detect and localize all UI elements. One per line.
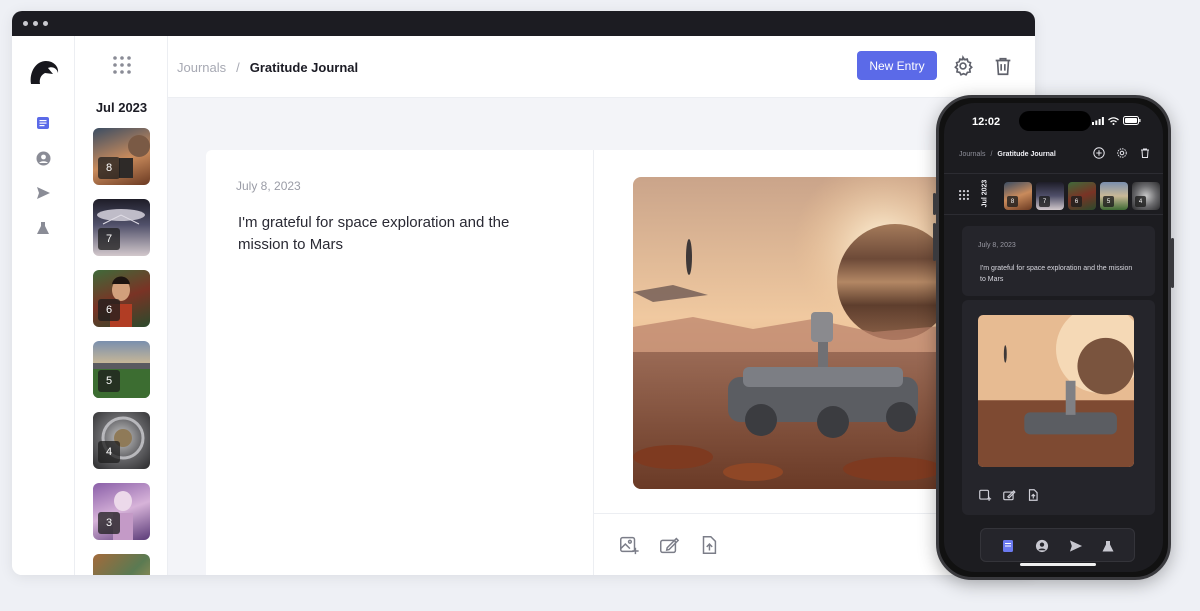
entry-text-pane: July 8, 2023 I'm grateful for space expl… [206, 150, 594, 575]
new-entry-button[interactable]: New Entry [857, 51, 937, 80]
phone-bottom-nav [980, 528, 1135, 562]
upload-icon[interactable] [698, 534, 720, 556]
desktop-window: Jul 2023 8 7 6 5 4 3 Journals / Gratitud… [12, 11, 1035, 575]
phone-power-button [1171, 238, 1174, 288]
phone-image-card [962, 300, 1155, 515]
entry-thumbnail[interactable]: 7 [93, 199, 150, 256]
phone-entry-day-badge: 6 [1071, 196, 1082, 207]
phone-status-icons [1092, 116, 1141, 125]
main-content: July 8, 2023 I'm grateful for space expl… [168, 98, 1035, 575]
add-image-icon[interactable] [618, 534, 640, 556]
entry-thumbnail[interactable]: 6 [93, 270, 150, 327]
entry-thumbnail[interactable]: 4 [93, 412, 150, 469]
phone-entry-thumbnail[interactable]: 5 [1100, 182, 1128, 210]
phone-breadcrumb-current: Gratitude Journal [997, 151, 1056, 158]
breadcrumb-current: Gratitude Journal [249, 60, 359, 75]
journal-icon[interactable] [34, 114, 52, 132]
phone-nav-flask-icon[interactable] [1101, 539, 1115, 553]
phone-add-image-icon[interactable] [978, 488, 992, 502]
phone-upload-icon[interactable] [1026, 488, 1040, 502]
phone-breadcrumb-separator: / [990, 151, 993, 158]
phone-edit-icon[interactable] [1002, 488, 1016, 502]
entry-image[interactable] [633, 177, 953, 489]
date-sidebar: Jul 2023 8 7 6 5 4 3 [75, 36, 168, 575]
entry-thumbnail[interactable]: 5 [93, 341, 150, 398]
entry-day-badge: 4 [98, 441, 120, 463]
profile-icon[interactable] [34, 149, 52, 167]
phone-volume-button [933, 193, 936, 215]
breadcrumb: Journals / Gratitude Journal [177, 60, 358, 75]
phone-entry-day-badge: 5 [1103, 196, 1114, 207]
phone-entry-thumbnail[interactable]: 8 [1004, 182, 1032, 210]
phone-entry-thumbnail[interactable]: 7 [1036, 182, 1064, 210]
phone-grid-icon[interactable] [959, 190, 969, 200]
battery-icon [1123, 116, 1141, 125]
phone-trash-icon[interactable] [1139, 147, 1151, 159]
phone-breadcrumb-root-link[interactable]: Journals [959, 151, 985, 158]
phone-header-actions [1093, 147, 1151, 159]
month-label: Jul 2023 [95, 100, 148, 115]
grid-icon[interactable] [113, 56, 131, 74]
entry-day-badge: 7 [98, 228, 120, 250]
edit-icon[interactable] [658, 534, 680, 556]
entry-thumbnail[interactable]: 8 [93, 128, 150, 185]
wifi-icon [1108, 116, 1119, 125]
flask-icon[interactable] [34, 219, 52, 237]
window-titlebar [12, 11, 1035, 36]
trash-icon[interactable] [992, 55, 1014, 77]
phone-entry-thumbnail[interactable]: 6 [1068, 182, 1096, 210]
phone-entry-text[interactable]: I'm grateful for space exploration and t… [980, 263, 1140, 285]
gear-icon[interactable] [952, 55, 974, 77]
window-control-dot[interactable] [33, 21, 38, 26]
phone-entry-card: July 8, 2023 I'm grateful for space expl… [962, 226, 1155, 296]
entry-thumbnail[interactable]: 3 [93, 483, 150, 540]
phone-screen: 12:02 Journals / Gratitude Journal Jul 2… [944, 103, 1163, 572]
breadcrumb-root-link[interactable]: Journals [177, 60, 226, 75]
phone-nav-profile-icon[interactable] [1035, 539, 1049, 553]
entry-date: July 8, 2023 [236, 179, 301, 193]
send-icon[interactable] [34, 184, 52, 202]
phone-gear-icon[interactable] [1116, 147, 1128, 159]
phone-entry-date: July 8, 2023 [978, 242, 1016, 249]
top-bar: Journals / Gratitude Journal New Entry [168, 36, 1035, 98]
add-entry-icon[interactable] [1093, 147, 1105, 159]
phone-entry-day-badge: 8 [1007, 196, 1018, 207]
phone-breadcrumb: Journals / Gratitude Journal [959, 151, 1056, 158]
dynamic-island [1019, 111, 1091, 131]
phone-entry-thumbnail[interactable]: 4 [1132, 182, 1160, 210]
phone-volume-button [933, 223, 936, 261]
stage: Jul 2023 8 7 6 5 4 3 Journals / Gratitud… [0, 0, 1200, 611]
entry-day-badge: 5 [98, 370, 120, 392]
phone-date-strip: Jul 2023 8 7 6 5 4 [944, 173, 1163, 215]
breadcrumb-separator: / [236, 60, 240, 75]
phone-entry-day-badge: 7 [1039, 196, 1050, 207]
entry-day-badge: 3 [98, 512, 120, 534]
entry-thumbnail[interactable] [93, 554, 150, 575]
entry-card: July 8, 2023 I'm grateful for space expl… [206, 150, 1035, 575]
app-logo-icon[interactable] [28, 58, 60, 86]
phone-mockup: 12:02 Journals / Gratitude Journal Jul 2… [933, 95, 1174, 580]
home-indicator[interactable] [1020, 563, 1096, 566]
app: Jul 2023 8 7 6 5 4 3 Journals / Gratitud… [12, 36, 1035, 575]
phone-nav-send-icon[interactable] [1069, 539, 1083, 553]
phone-entry-day-badge: 4 [1135, 196, 1146, 207]
window-control-dot[interactable] [23, 21, 28, 26]
entry-text[interactable]: I'm grateful for space exploration and t… [238, 212, 558, 256]
signal-icon [1092, 116, 1104, 125]
phone-nav-journal-icon[interactable] [1001, 539, 1015, 553]
entry-day-badge: 8 [98, 157, 120, 179]
phone-month-label: Jul 2023 [981, 179, 989, 208]
icon-rail [12, 36, 75, 575]
entry-day-badge: 6 [98, 299, 120, 321]
window-control-dot[interactable] [43, 21, 48, 26]
phone-time: 12:02 [972, 116, 1001, 128]
phone-entry-image[interactable] [978, 315, 1134, 467]
